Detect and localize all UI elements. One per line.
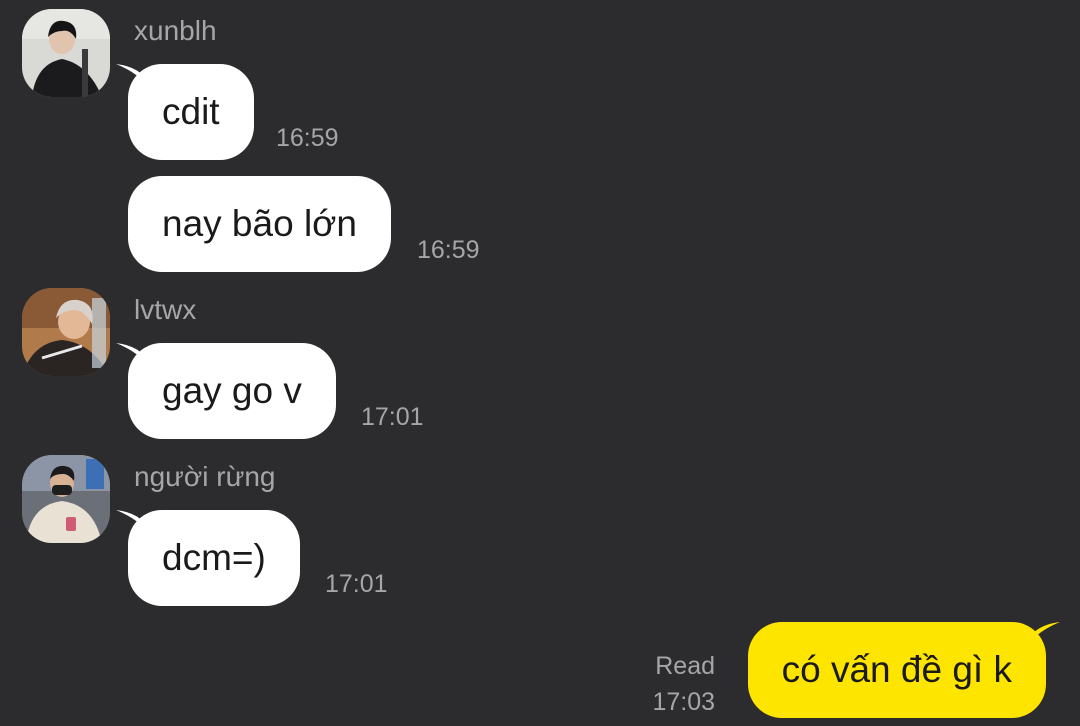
avatar-lvtwx[interactable] — [22, 288, 110, 376]
message-bubble[interactable]: nay bão lớn — [128, 176, 392, 272]
message-text: cdit — [162, 91, 220, 132]
message-text: có vấn đề gì k — [781, 649, 1012, 690]
bubble-tail-icon — [116, 510, 156, 546]
avatar-lvtwx-image — [22, 288, 110, 376]
message-time: 17:01 — [361, 403, 424, 431]
bubble-tail-icon — [1020, 622, 1060, 658]
sender-name: lvtwx — [134, 294, 197, 325]
avatar-xunblh[interactable] — [22, 9, 110, 97]
message-time: 16:59 — [276, 124, 339, 152]
bubble-tail-icon — [116, 343, 156, 379]
sender-name: xunblh — [134, 15, 217, 46]
bubble-tail-icon — [116, 64, 156, 100]
message-bubble[interactable]: cdit — [116, 64, 254, 160]
sender-name: người rừng — [134, 461, 276, 492]
message-bubble[interactable]: dcm=) — [116, 510, 300, 606]
message-time: 17:03 — [652, 688, 715, 716]
outgoing-message-bubble[interactable]: có vấn đề gì k — [747, 622, 1060, 718]
avatar-nguoi-rung[interactable] — [22, 455, 110, 543]
avatar-nguoi-rung-image — [22, 455, 110, 543]
message-time: 16:59 — [417, 236, 480, 264]
avatar-xunblh-image — [22, 9, 110, 97]
message-text: nay bão lớn — [162, 203, 358, 244]
message-text: gay go v — [162, 370, 302, 411]
read-status: Read — [655, 652, 715, 680]
message-time: 17:01 — [325, 570, 388, 598]
message-text: dcm=) — [162, 537, 266, 578]
message-bubble[interactable]: gay go v — [116, 343, 336, 439]
